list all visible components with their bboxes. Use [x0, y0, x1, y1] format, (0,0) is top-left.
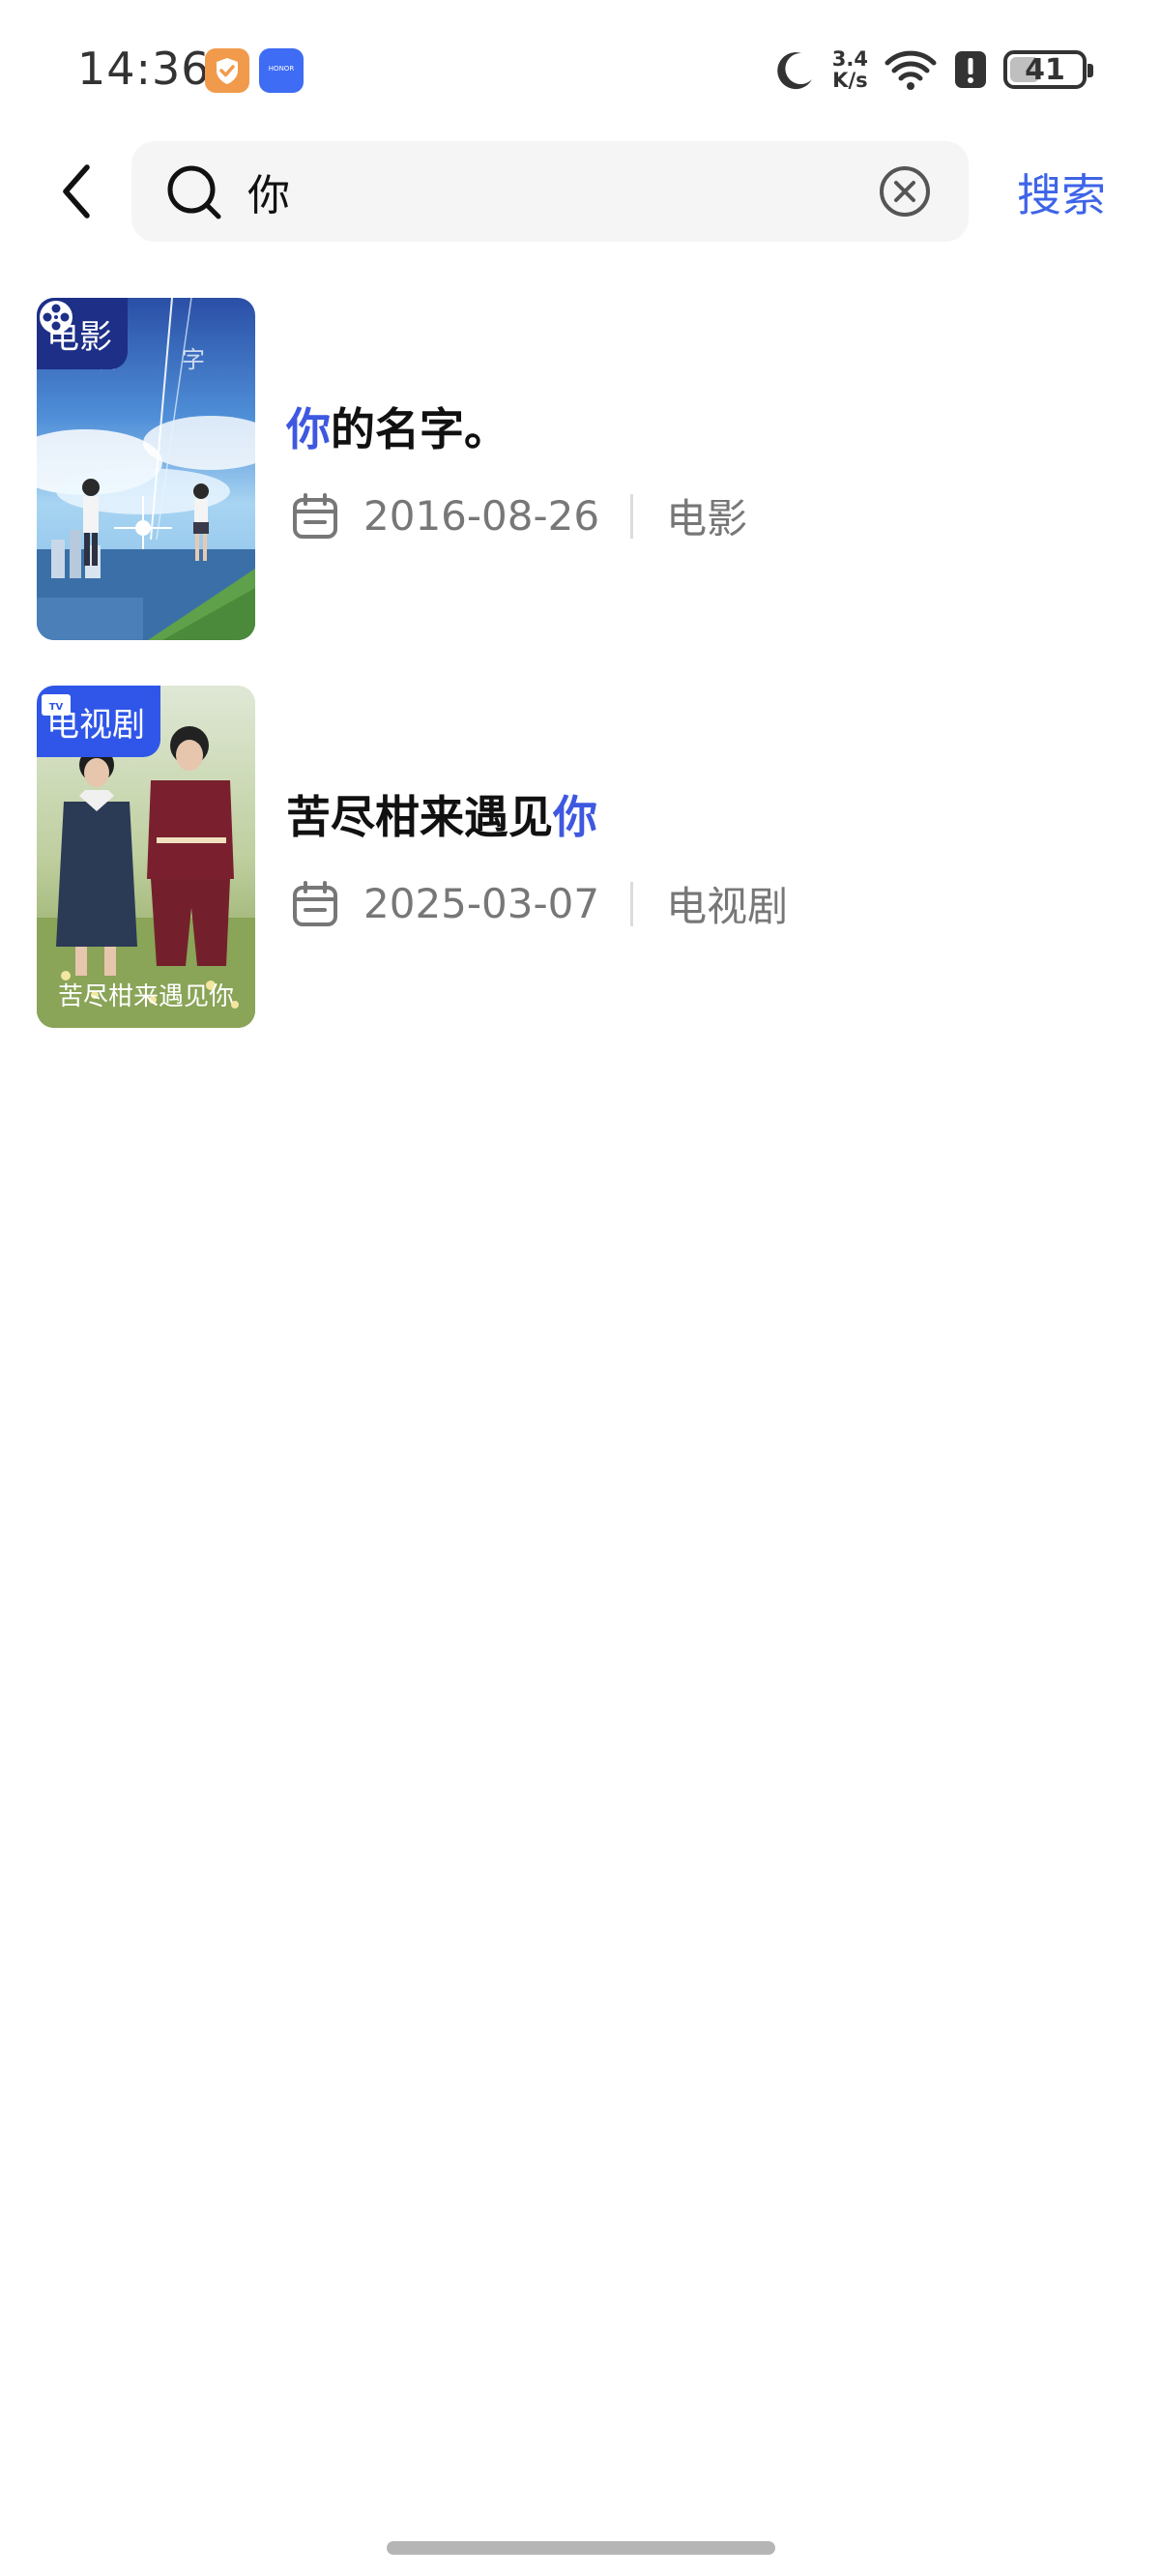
back-icon[interactable]: [54, 160, 101, 223]
meta-divider: [630, 493, 634, 539]
calendar-icon: [293, 880, 337, 926]
status-time: 14:36: [77, 43, 211, 95]
category-tag: 电影: [37, 298, 128, 369]
search-button[interactable]: 搜索: [1017, 161, 1106, 224]
home-indicator[interactable]: [387, 2541, 775, 2555]
clear-icon[interactable]: [876, 162, 934, 220]
title-text: 苦尽柑来遇见: [286, 791, 553, 843]
result-meta: 2025-03-07 电视剧: [290, 874, 788, 933]
poster-text: 字: [182, 346, 205, 373]
result-item[interactable]: 苦尽柑来遇见你 TV 电视剧 苦尽柑来遇见你 2025-03-07 电视剧: [37, 686, 1123, 1030]
status-bar: 14:36 HONOR 3.4 K/s 41: [0, 0, 1160, 135]
honor-label: HONOR: [268, 65, 295, 73]
result-item[interactable]: 字 名 电影 你的名字。 2016-08-26 电影: [37, 298, 1123, 642]
result-title[interactable]: 你的名字。: [286, 395, 508, 458]
wifi-icon: [884, 50, 937, 90]
film-reel-icon: [40, 301, 72, 334]
poster-image[interactable]: 字 名 电影: [37, 298, 255, 640]
search-input[interactable]: [247, 157, 866, 226]
title-highlight: 你: [286, 403, 331, 455]
security-app-icon: [205, 48, 249, 93]
calendar-icon: [293, 492, 337, 539]
status-icons: 3.4 K/s 41: [772, 43, 1093, 97]
tv-icon: TV: [42, 694, 71, 716]
poster-text: 苦尽柑来遇见你: [58, 982, 234, 1011]
category-text: 电影: [666, 495, 748, 542]
result-title[interactable]: 苦尽柑来遇见你: [286, 782, 597, 846]
meta-divider: [630, 881, 634, 926]
battery-percent: 41: [1025, 52, 1065, 87]
release-date: 2025-03-07: [363, 880, 600, 927]
category-tag: TV 电视剧: [37, 686, 160, 757]
moon-icon: [777, 52, 812, 90]
title-text: 的名字。: [331, 403, 508, 455]
svg-text:TV: TV: [49, 702, 64, 713]
result-meta: 2016-08-26 电影: [290, 486, 747, 545]
poster-image[interactable]: 苦尽柑来遇见你 TV 电视剧: [37, 686, 255, 1028]
search-box[interactable]: [131, 141, 969, 242]
network-speed: 3.4 K/s: [832, 48, 868, 91]
net-speed-unit: K/s: [832, 69, 868, 92]
honor-app-icon: HONOR: [259, 48, 304, 93]
title-highlight: 你: [553, 791, 597, 843]
release-date: 2016-08-26: [363, 492, 600, 540]
net-speed-value: 3.4: [831, 47, 868, 71]
battery-indicator: 41: [1003, 50, 1093, 89]
search-icon: [167, 165, 221, 220]
category-text: 电视剧: [666, 883, 789, 930]
alert-icon: [955, 51, 986, 88]
